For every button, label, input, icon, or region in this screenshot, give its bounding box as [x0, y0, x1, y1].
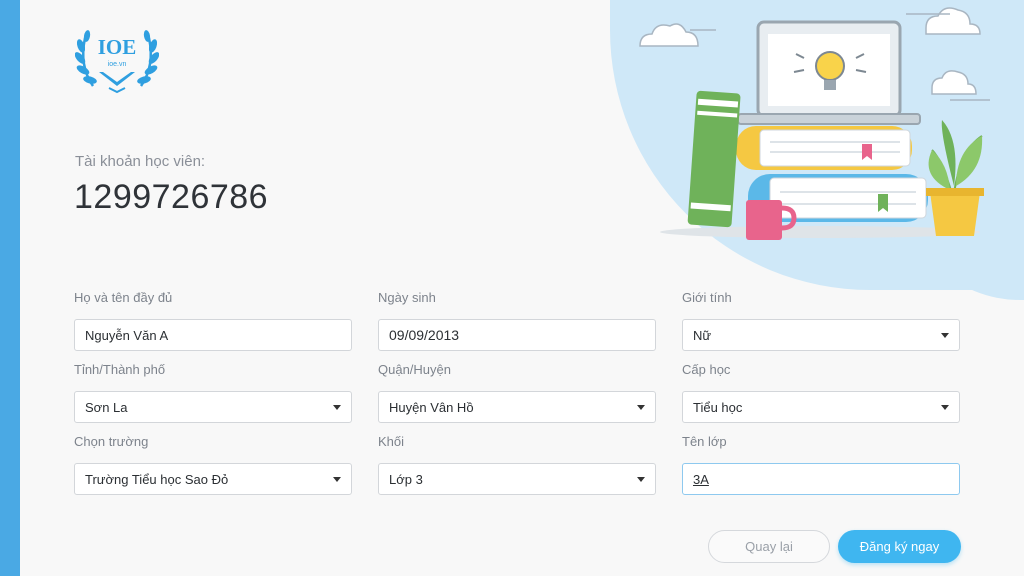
province-label: Tỉnh/Thành phố: [74, 362, 166, 377]
back-button[interactable]: Quay lại: [708, 530, 830, 563]
school-value: Trường Tiểu học Sao Đỏ: [85, 471, 229, 487]
grade-field-group: Khối Lớp 3: [378, 434, 656, 495]
dropdown-caret-icon[interactable]: [333, 476, 341, 482]
logo-text: IOE: [98, 35, 137, 59]
school-label: Chọn trường: [74, 434, 149, 449]
account-label: Tài khoản học viên:: [75, 153, 206, 170]
class-name-value[interactable]: 3A: [693, 472, 709, 487]
province-value: Sơn La: [85, 399, 128, 415]
district-value: Huyện Vân Hồ: [389, 399, 474, 415]
cloud-icon: [931, 70, 977, 95]
full-name-field[interactable]: Nguyễn Văn A: [74, 319, 352, 351]
gender-field-group: Giới tính Nữ: [682, 290, 960, 351]
district-field-group: Quận/Huyện Huyện Vân Hồ: [378, 362, 656, 423]
grade-label: Khối: [378, 434, 405, 449]
birth-date-field-group: Ngày sinh 09/09/2013: [378, 290, 656, 351]
district-select[interactable]: Huyện Vân Hồ: [378, 391, 656, 423]
level-field-group: Cấp học Tiểu học: [682, 362, 960, 423]
ioe-logo: IOE ioe.vn: [75, 30, 159, 94]
logo-subtext: ioe.vn: [108, 61, 127, 68]
dropdown-caret-icon[interactable]: [637, 476, 645, 482]
gender-select[interactable]: Nữ: [682, 319, 960, 351]
district-label: Quận/Huyện: [378, 362, 451, 377]
dropdown-caret-icon[interactable]: [941, 332, 949, 338]
dropdown-caret-icon[interactable]: [941, 404, 949, 410]
birth-date-label: Ngày sinh: [378, 290, 436, 305]
account-id: 1299726786: [74, 178, 269, 216]
grade-select[interactable]: Lớp 3: [378, 463, 656, 495]
cloud-icon: [639, 23, 699, 47]
province-field-group: Tỉnh/Thành phố Sơn La: [74, 362, 352, 423]
level-select[interactable]: Tiểu học: [682, 391, 960, 423]
full-name-label: Họ và tên đầy đủ: [74, 290, 173, 305]
province-select[interactable]: Sơn La: [74, 391, 352, 423]
plant-icon: [926, 120, 984, 236]
books-laptop-illustration: [639, 7, 990, 240]
school-select[interactable]: Trường Tiểu học Sao Đỏ: [74, 463, 352, 495]
dropdown-caret-icon[interactable]: [333, 404, 341, 410]
dropdown-caret-icon[interactable]: [637, 404, 645, 410]
cloud-icon: [925, 7, 981, 35]
full-name-value[interactable]: Nguyễn Văn A: [85, 328, 168, 343]
gender-label: Giới tính: [682, 290, 732, 305]
class-name-field-group: Tên lớp 3A: [682, 434, 960, 495]
register-button[interactable]: Đăng ký ngay: [838, 530, 961, 563]
level-label: Cấp học: [682, 362, 731, 377]
level-value: Tiểu học: [693, 399, 743, 415]
full-name-field-group: Họ và tên đầy đủ Nguyễn Văn A: [74, 290, 352, 351]
class-name-field[interactable]: 3A: [682, 463, 960, 495]
birth-date-field[interactable]: 09/09/2013: [378, 319, 656, 351]
school-field-group: Chọn trường Trường Tiểu học Sao Đỏ: [74, 434, 352, 495]
registration-page: IOE ioe.vn Tài khoản học viên: 129972678…: [20, 0, 1024, 576]
grade-value: Lớp 3: [389, 471, 423, 487]
gender-value: Nữ: [693, 327, 712, 343]
class-name-label: Tên lớp: [682, 434, 727, 449]
birth-date-value[interactable]: 09/09/2013: [389, 327, 459, 343]
